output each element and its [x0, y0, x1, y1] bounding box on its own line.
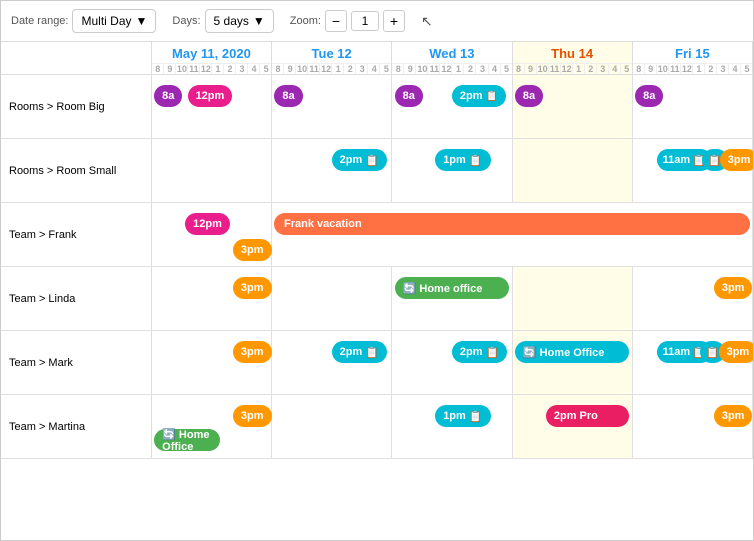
day-cell-today — [512, 267, 632, 331]
days-select[interactable]: 5 days ▼ — [205, 9, 274, 33]
day-cell: 1pm 📋 — [392, 395, 512, 459]
resource-label: Rooms > Room Small — [1, 139, 151, 203]
day-cell: 2pm 📋 — [272, 331, 392, 395]
day-cell: 8a 12pm — [151, 75, 271, 139]
hour-ticks-0: 8910111212345 — [152, 63, 271, 74]
day-cell-today: 🔄 Home Office — [512, 331, 632, 395]
date-label-0: May 11, 2020 — [152, 42, 271, 63]
table-row: Team > Linda 3pm 🔄 Home office 3pm — [1, 267, 753, 331]
day-cell: 3pm — [151, 331, 271, 395]
event[interactable]: 8a — [515, 85, 543, 107]
days-group: Days: 5 days ▼ — [172, 9, 273, 33]
event[interactable]: 3pm — [233, 277, 272, 299]
day-cell: 12pm 3pm — [151, 203, 271, 267]
table-row: Team > Mark 3pm 2pm 📋 2pm 📋 🔄 Home Offic… — [1, 331, 753, 395]
day-cell: 🔄 Home office — [392, 267, 512, 331]
resource-label: Team > Frank — [1, 203, 151, 267]
hour-ticks-2: 8910111212345 — [392, 63, 511, 74]
day-cell-today: 8a — [512, 75, 632, 139]
day-cell: 11am 📋 📋 3pm — [632, 331, 752, 395]
date-range-label: Date range: — [11, 15, 68, 27]
event[interactable]: 3pm — [714, 405, 753, 427]
event[interactable]: 3pm — [719, 341, 753, 363]
hour-ticks-4: 8910111212345 — [633, 63, 752, 74]
zoom-group: Zoom: − 1 + — [290, 10, 405, 32]
toolbar: Date range: Multi Day ▼ Days: 5 days ▼ Z… — [1, 1, 753, 42]
zoom-controls: − 1 + — [325, 10, 405, 32]
resource-label: Team > Linda — [1, 267, 151, 331]
day-cell-today: 2pm Pro — [512, 395, 632, 459]
event[interactable]: 2pm 📋 — [452, 85, 506, 107]
day-cell: 8a 2pm 📋 — [392, 75, 512, 139]
day-cell: 3pm — [151, 267, 271, 331]
day-cell — [272, 395, 392, 459]
event[interactable]: 12pm — [185, 213, 230, 235]
resource-label: Rooms > Room Big — [1, 75, 151, 139]
day-cell: 1pm 📋 — [392, 139, 512, 203]
chevron-down-icon: ▼ — [253, 14, 265, 28]
event[interactable]: 3pm — [714, 277, 753, 299]
hour-ticks-1: 8910111212345 — [272, 63, 391, 74]
day-cell: 3pm — [632, 267, 752, 331]
frank-vacation-event[interactable]: Frank vacation — [274, 213, 750, 235]
zoom-label: Zoom: — [290, 15, 321, 27]
day-cell: 3pm — [632, 395, 752, 459]
event[interactable]: 3pm — [720, 149, 753, 171]
calendar-grid: May 11, 2020 8910111212345 Tue 12 891011… — [1, 42, 753, 521]
event[interactable]: 2pm 📋 — [332, 341, 387, 363]
day-cell — [272, 267, 392, 331]
home-office-linda-event[interactable]: 🔄 Home office — [395, 277, 509, 299]
event[interactable]: 2pm Pro — [546, 405, 629, 427]
day-cell-today — [512, 139, 632, 203]
day-cell: 3pm 🔄 Home Office — [151, 395, 271, 459]
day-cell: 2pm 📋 — [392, 331, 512, 395]
chevron-down-icon: ▼ — [136, 14, 148, 28]
hour-ticks-3: 8910111212345 — [513, 63, 632, 74]
resource-label: Team > Mark — [1, 331, 151, 395]
event[interactable]: 8a — [274, 85, 302, 107]
day-cell-span: Frank vacation — [272, 203, 753, 267]
day-cell: 8a — [632, 75, 752, 139]
resource-label: Team > Martina — [1, 395, 151, 459]
day-cell: 11am 📋 📋 3pm — [632, 139, 752, 203]
date-label-1: Tue 12 — [272, 42, 391, 63]
event[interactable]: 8a — [635, 85, 663, 107]
event[interactable]: 12pm — [188, 85, 233, 107]
date-label-3: Thu 14 — [513, 42, 632, 63]
date-label-4: Fri 15 — [633, 42, 752, 63]
calendar-container: Date range: Multi Day ▼ Days: 5 days ▼ Z… — [0, 0, 754, 541]
event[interactable]: 8a — [154, 85, 182, 107]
event[interactable]: 3pm — [233, 405, 272, 427]
days-label: Days: — [172, 15, 200, 27]
event[interactable]: 2pm 📋 — [332, 149, 387, 171]
event[interactable]: 3pm — [233, 341, 272, 363]
event[interactable]: 1pm 📋 — [435, 405, 490, 427]
table-row: Team > Martina 3pm 🔄 Home Office 1pm 📋 2… — [1, 395, 753, 459]
zoom-value: 1 — [351, 11, 379, 31]
day-cell: 8a — [272, 75, 392, 139]
date-range-select[interactable]: Multi Day ▼ — [72, 9, 156, 33]
event[interactable]: 2pm 📋 — [452, 341, 507, 363]
table-row: Team > Frank 12pm 3pm Frank vacation — [1, 203, 753, 267]
event[interactable]: 3pm — [233, 239, 272, 261]
home-office-martina-event[interactable]: 🔄 Home Office — [154, 429, 220, 451]
event[interactable]: 8a — [395, 85, 423, 107]
header-row: May 11, 2020 8910111212345 Tue 12 891011… — [1, 42, 753, 75]
home-office-mark-event[interactable]: 🔄 Home Office — [515, 341, 629, 363]
date-label-2: Wed 13 — [392, 42, 511, 63]
zoom-minus-button[interactable]: − — [325, 10, 347, 32]
table-row: Rooms > Room Big 8a 12pm 8a 8a 2pm 📋 — [1, 75, 753, 139]
day-cell: 2pm 📋 — [272, 139, 392, 203]
day-cell — [151, 139, 271, 203]
table-row: Rooms > Room Small 2pm 📋 1pm 📋 11am 📋 📋 … — [1, 139, 753, 203]
date-range-group: Date range: Multi Day ▼ — [11, 9, 156, 33]
event[interactable]: 1pm 📋 — [435, 149, 490, 171]
cursor-icon: ↖ — [421, 13, 433, 30]
zoom-plus-button[interactable]: + — [383, 10, 405, 32]
